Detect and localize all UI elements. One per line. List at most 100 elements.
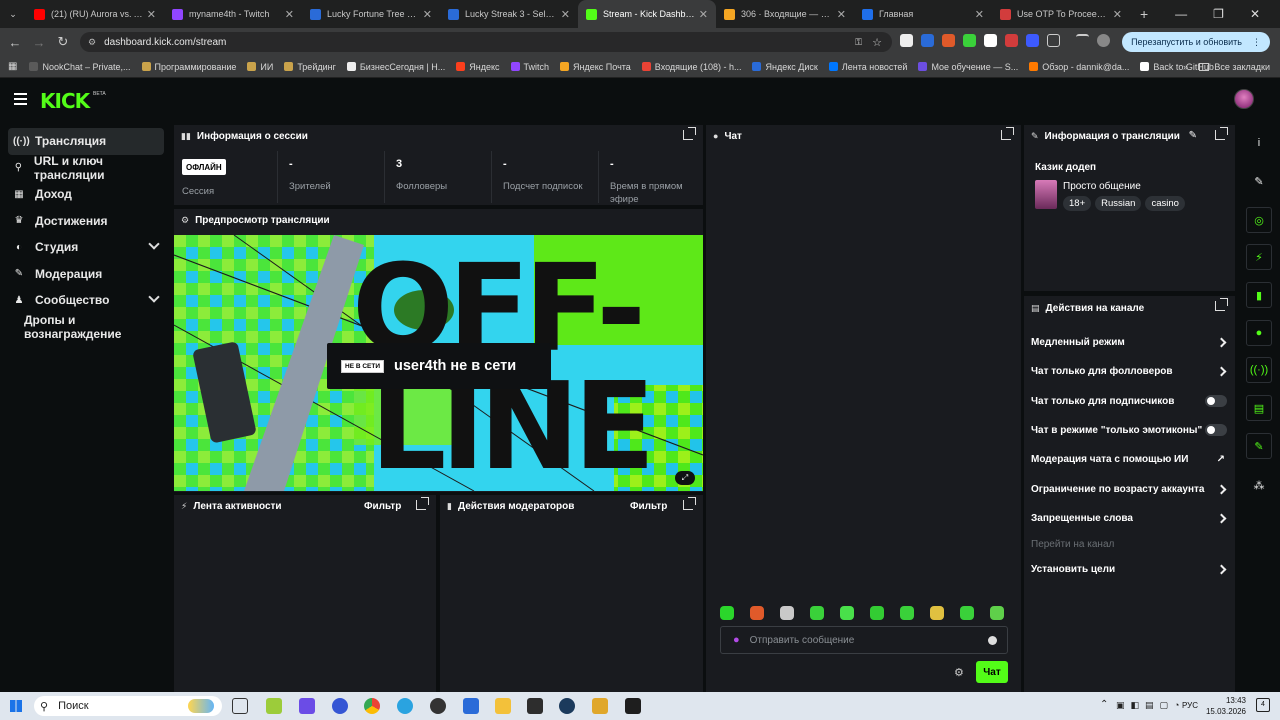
bookmark-item[interactable]: Входящие (108) - h...	[641, 62, 741, 72]
popout-icon[interactable]	[683, 127, 696, 140]
bookmark-item[interactable]: Программирование	[141, 62, 236, 72]
all-bookmarks-button[interactable]: Все закладки	[1199, 62, 1270, 72]
edit-icon[interactable]: ✎	[1246, 168, 1272, 194]
tab-search-button[interactable]: ⌄	[0, 9, 26, 20]
stream-tag[interactable]: 18+	[1063, 196, 1092, 211]
sidebar-item[interactable]: ⚲ URL и ключ трансляции	[8, 154, 164, 182]
menu-icon[interactable]	[14, 93, 27, 105]
taskbar-app-icon[interactable]	[430, 698, 446, 714]
emote-icon[interactable]	[990, 606, 1004, 620]
browser-tab[interactable]: Stream - Kick Dashboard ✕	[578, 0, 716, 28]
extension-icon[interactable]	[900, 34, 913, 47]
password-key-icon[interactable]: ⚿	[855, 37, 862, 48]
tab-close-icon[interactable]: ✕	[561, 8, 570, 21]
info-icon[interactable]: i	[1246, 130, 1272, 156]
browser-tab[interactable]: Use OTP To Proceed - hay ✕	[992, 0, 1130, 28]
toggle-switch[interactable]	[1205, 424, 1227, 436]
extension-icon[interactable]	[963, 34, 976, 47]
chevron-down-icon[interactable]	[148, 291, 160, 303]
popout-icon[interactable]	[1215, 127, 1228, 140]
language-indicator[interactable]: РУС	[1182, 701, 1198, 710]
taskbar-app-icon[interactable]	[625, 698, 641, 714]
emote-icon[interactable]	[900, 606, 914, 620]
system-clock[interactable]: 13:43 15.03.2026	[1206, 695, 1246, 717]
bookmark-item[interactable]: Twitch	[510, 62, 549, 72]
sidebar-item[interactable]: ▦ Доход	[8, 181, 164, 208]
extension-icon[interactable]	[942, 34, 955, 47]
browser-tab[interactable]: myname4th - Twitch ✕	[164, 0, 302, 28]
bookmark-item[interactable]: Яндекс Почта	[560, 62, 631, 72]
toggle-switch[interactable]	[1205, 395, 1227, 407]
bookmark-star-icon[interactable]: ☆	[872, 36, 882, 49]
apps-grid-icon[interactable]: ▦	[8, 61, 17, 72]
extension-icon[interactable]	[984, 34, 997, 47]
maximize-button[interactable]: ❐	[1213, 7, 1224, 21]
bookmarks-overflow-icon[interactable]: »	[1183, 62, 1188, 72]
chat-send-button[interactable]: Чат	[976, 661, 1008, 683]
tray-overflow-icon[interactable]: ⌃	[1100, 699, 1108, 710]
connections-icon[interactable]: ⁂	[1246, 472, 1272, 498]
extensions-puzzle-icon[interactable]	[1047, 34, 1060, 47]
sidebar-item[interactable]: Дропы и вознаграждение	[8, 313, 164, 341]
mod-actions-filter-button[interactable]: Фильтр	[630, 501, 667, 512]
browser-tab[interactable]: Lucky Fortune Tree - Selector ✕	[302, 0, 440, 28]
steam-icon[interactable]	[559, 698, 575, 714]
browser-tab[interactable]: Главная ✕	[854, 0, 992, 28]
channel-action-item[interactable]: Чат только для подписчиков	[1031, 395, 1227, 407]
emoji-icon[interactable]	[988, 635, 997, 645]
wrench-icon[interactable]: ✎	[1246, 433, 1272, 459]
channel-action-item[interactable]: Ограничение по возрасту аккаунта	[1031, 484, 1227, 495]
tray-icons[interactable]: ▣◧▤▢◔	[1116, 700, 1185, 711]
channel-action-item[interactable]: Чат только для фолловеров	[1031, 366, 1227, 377]
chevron-down-icon[interactable]	[148, 238, 160, 250]
emote-icon[interactable]	[780, 606, 794, 620]
more-menu-icon[interactable]: ⋮	[1252, 37, 1261, 48]
relaunch-update-button[interactable]: Перезапустить и обновить ⋮	[1122, 32, 1270, 52]
activity-filter-button[interactable]: Фильтр	[364, 501, 401, 512]
taskbar-search[interactable]: ⚲ Поиск	[34, 696, 222, 716]
sidebar-item[interactable]: ✎ Модерация	[8, 261, 164, 288]
popout-icon[interactable]	[1215, 298, 1228, 311]
browser-tab[interactable]: 306 · Входящие — Яндекс ✕	[716, 0, 854, 28]
back-icon[interactable]: ←	[3, 35, 27, 50]
emote-icon[interactable]	[960, 606, 974, 620]
popout-icon[interactable]	[683, 497, 696, 510]
user-avatar[interactable]	[1234, 89, 1254, 109]
edit-icon[interactable]: ✎	[1189, 130, 1197, 141]
sidebar-item[interactable]: ◐ Студия	[8, 234, 164, 261]
browser-tab[interactable]: (21) (RU) Aurora vs. Astral ✕	[26, 0, 164, 28]
lightning-icon[interactable]: ⚡	[1246, 244, 1272, 270]
broadcast-icon[interactable]: ((·))	[1246, 357, 1272, 383]
bookmark-item[interactable]: Лента новостей	[828, 62, 907, 72]
scan-icon[interactable]: ◎	[1246, 207, 1272, 233]
taskbar-app-icon[interactable]	[463, 698, 479, 714]
file-explorer-icon[interactable]	[495, 698, 511, 714]
bookmark-item[interactable]: NookChat – Private,...	[29, 62, 131, 72]
tab-close-icon[interactable]: ✕	[1113, 8, 1122, 21]
bookmark-item[interactable]: Мое обучение — S...	[918, 62, 1018, 72]
chrome-icon[interactable]	[364, 698, 380, 714]
channel-action-item[interactable]: Чат в режиме "только эмотиконы"	[1031, 424, 1227, 436]
minimize-button[interactable]: —	[1175, 7, 1187, 21]
tab-close-icon[interactable]: ✕	[699, 8, 708, 21]
chat-bubble-icon[interactable]: ●	[1246, 320, 1272, 346]
emote-icon[interactable]	[870, 606, 884, 620]
tab-close-icon[interactable]: ✕	[975, 8, 984, 21]
popout-icon[interactable]	[1001, 127, 1014, 140]
profile-icon[interactable]	[1097, 34, 1110, 47]
emote-icon[interactable]	[840, 606, 854, 620]
close-window-button[interactable]: ✕	[1250, 7, 1260, 21]
terminal-icon[interactable]	[527, 698, 543, 714]
stream-tag[interactable]: casino	[1145, 196, 1185, 211]
sidebar-item[interactable]: ♛ Достижения	[8, 208, 164, 235]
bookmark-item[interactable]: БизнесСегодня | Н...	[346, 62, 445, 72]
stream-tag[interactable]: Russian	[1095, 196, 1142, 211]
bookmark-item[interactable]: ИИ	[247, 62, 273, 72]
microphone-icon[interactable]: ●	[733, 634, 740, 646]
notifications-icon[interactable]: 4	[1256, 698, 1270, 712]
emote-icon[interactable]	[810, 606, 824, 620]
forward-icon[interactable]: →	[27, 35, 51, 50]
bookmark-item[interactable]: Яндекс	[456, 62, 500, 72]
bookmark-item[interactable]: Трейдинг	[284, 62, 336, 72]
chat-settings-icon[interactable]: ⚙	[954, 666, 964, 679]
